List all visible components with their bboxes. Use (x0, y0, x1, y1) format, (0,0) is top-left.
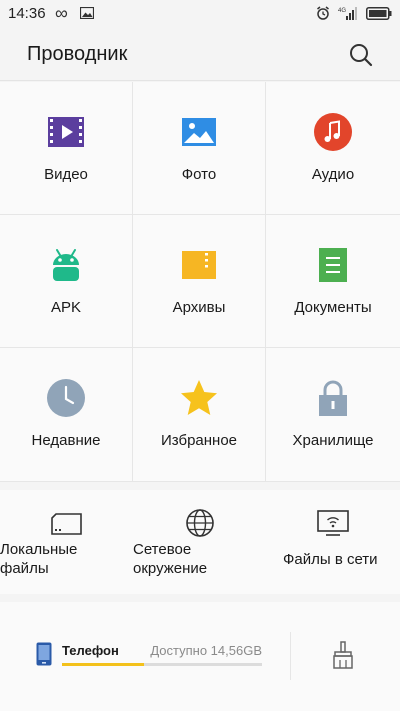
category-label: APK (50, 299, 81, 316)
category-audio[interactable]: Аудио (266, 82, 400, 215)
storage-usage-bar (62, 663, 262, 666)
signal-icon: 4G (338, 7, 357, 20)
clock-icon (47, 379, 85, 417)
local-files-item[interactable]: Локальные файлы (0, 490, 133, 594)
category-label: Хранилище (292, 432, 374, 449)
audio-icon (314, 113, 352, 151)
status-time: 14:36 (8, 5, 46, 22)
phone-storage-icon (36, 642, 52, 666)
network-label: Сетевое окружение (133, 541, 208, 577)
globe-icon (186, 509, 214, 537)
category-video[interactable]: Видео (0, 82, 133, 215)
broom-clean-icon[interactable] (330, 640, 356, 670)
category-label: Аудио (311, 166, 355, 183)
app-bar: Проводник (0, 28, 400, 81)
network-section: Локальные файлы Сетевое окружение Файлы … (0, 490, 400, 594)
photo-icon (182, 118, 216, 146)
gallery-notification-icon (80, 7, 94, 19)
category-label: Видео (44, 166, 88, 183)
android-icon (53, 249, 79, 281)
category-label: Недавние (31, 432, 101, 449)
battery-icon (366, 6, 392, 20)
category-documents[interactable]: Документы (266, 215, 400, 348)
infinity-icon: ∞ (55, 3, 68, 23)
search-icon[interactable] (348, 42, 374, 68)
storage-section: Телефон Доступно 14,56GB (0, 602, 400, 711)
category-label: Документы (294, 299, 372, 316)
lock-icon (319, 380, 347, 416)
network-neighborhood-item[interactable]: Сетевое окружение (133, 490, 266, 594)
status-icons: 4G (316, 6, 392, 20)
storage-divider (290, 632, 291, 680)
storage-free-space: Доступно 14,56GB (150, 643, 262, 658)
category-label: Архивы (172, 299, 226, 316)
storage-name[interactable]: Телефон (62, 643, 119, 658)
local-files-icon (51, 513, 82, 535)
category-photo[interactable]: Фото (133, 82, 266, 215)
category-favorites[interactable]: Избранное (133, 348, 266, 482)
category-label: Фото (181, 166, 217, 183)
category-recent[interactable]: Недавние (0, 348, 133, 482)
category-grid: Видео Фото Аудио APK Архивы Документы Не… (0, 82, 400, 482)
category-vault[interactable]: Хранилище (266, 348, 400, 482)
video-icon (48, 117, 84, 147)
page-title: Проводник (27, 43, 128, 65)
svg-text:4G: 4G (338, 8, 346, 14)
category-label: Избранное (160, 432, 238, 449)
document-icon (319, 248, 347, 282)
status-bar: 14:36 ∞ 4G (0, 0, 400, 28)
alarm-icon (317, 6, 329, 20)
storage-usage-fill (62, 663, 144, 666)
archive-icon (182, 251, 216, 279)
network-label: Файлы в сети (283, 551, 378, 568)
network-label: Локальные файлы (0, 541, 78, 577)
category-archives[interactable]: Архивы (133, 215, 266, 348)
star-icon (181, 380, 217, 415)
wifi-files-icon (317, 510, 349, 536)
category-apk[interactable]: APK (0, 215, 133, 348)
network-files-item[interactable]: Файлы в сети (266, 490, 400, 594)
